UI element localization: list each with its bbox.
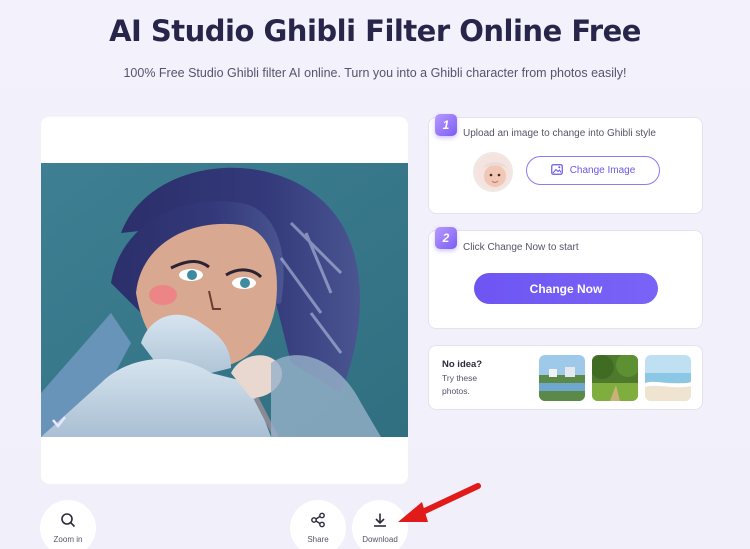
sample-photo-forest-path[interactable] xyxy=(592,355,638,401)
upload-step-card: 1 Upload an image to change into Ghibli … xyxy=(428,114,703,214)
magnifier-icon xyxy=(60,512,76,533)
page-title: AI Studio Ghibli Filter Online Free xyxy=(109,14,641,48)
convert-instruction: Click Change Now to start xyxy=(463,242,579,253)
zoom-in-label: Zoom in xyxy=(53,535,83,544)
change-now-button[interactable]: Change Now xyxy=(474,273,658,304)
annotation-arrow-icon xyxy=(392,478,484,533)
result-preview-panel xyxy=(41,117,408,484)
change-image-label: Change Image xyxy=(569,165,636,176)
download-label: Download xyxy=(362,535,398,544)
no-idea-heading: No idea? xyxy=(442,359,483,370)
no-idea-subtext: Try these photos. xyxy=(442,373,478,396)
image-icon xyxy=(550,163,563,178)
change-image-button[interactable]: Change Image xyxy=(526,156,660,185)
page-subtitle: 100% Free Studio Ghibli filter AI online… xyxy=(123,66,627,80)
step-2-badge: 2 xyxy=(435,227,457,249)
zoom-in-button[interactable]: Zoom in xyxy=(40,500,96,549)
share-label: Share xyxy=(307,535,329,544)
upload-instruction: Upload an image to change into Ghibli st… xyxy=(463,128,656,139)
sample-photo-landscape-river[interactable] xyxy=(539,355,585,401)
share-button[interactable]: Share xyxy=(290,500,346,549)
sample-photo-beach[interactable] xyxy=(645,355,691,401)
ghibli-result-image xyxy=(41,163,408,437)
convert-step-card: 2 Click Change Now to start Change Now xyxy=(428,227,703,329)
uploaded-image-thumbnail[interactable] xyxy=(473,152,513,192)
share-icon xyxy=(310,512,326,533)
download-icon xyxy=(372,512,388,533)
sample-photos-card: No idea? Try these photos. xyxy=(428,345,703,410)
step-1-badge: 1 xyxy=(435,114,457,136)
watermark-logo-icon xyxy=(51,415,67,431)
